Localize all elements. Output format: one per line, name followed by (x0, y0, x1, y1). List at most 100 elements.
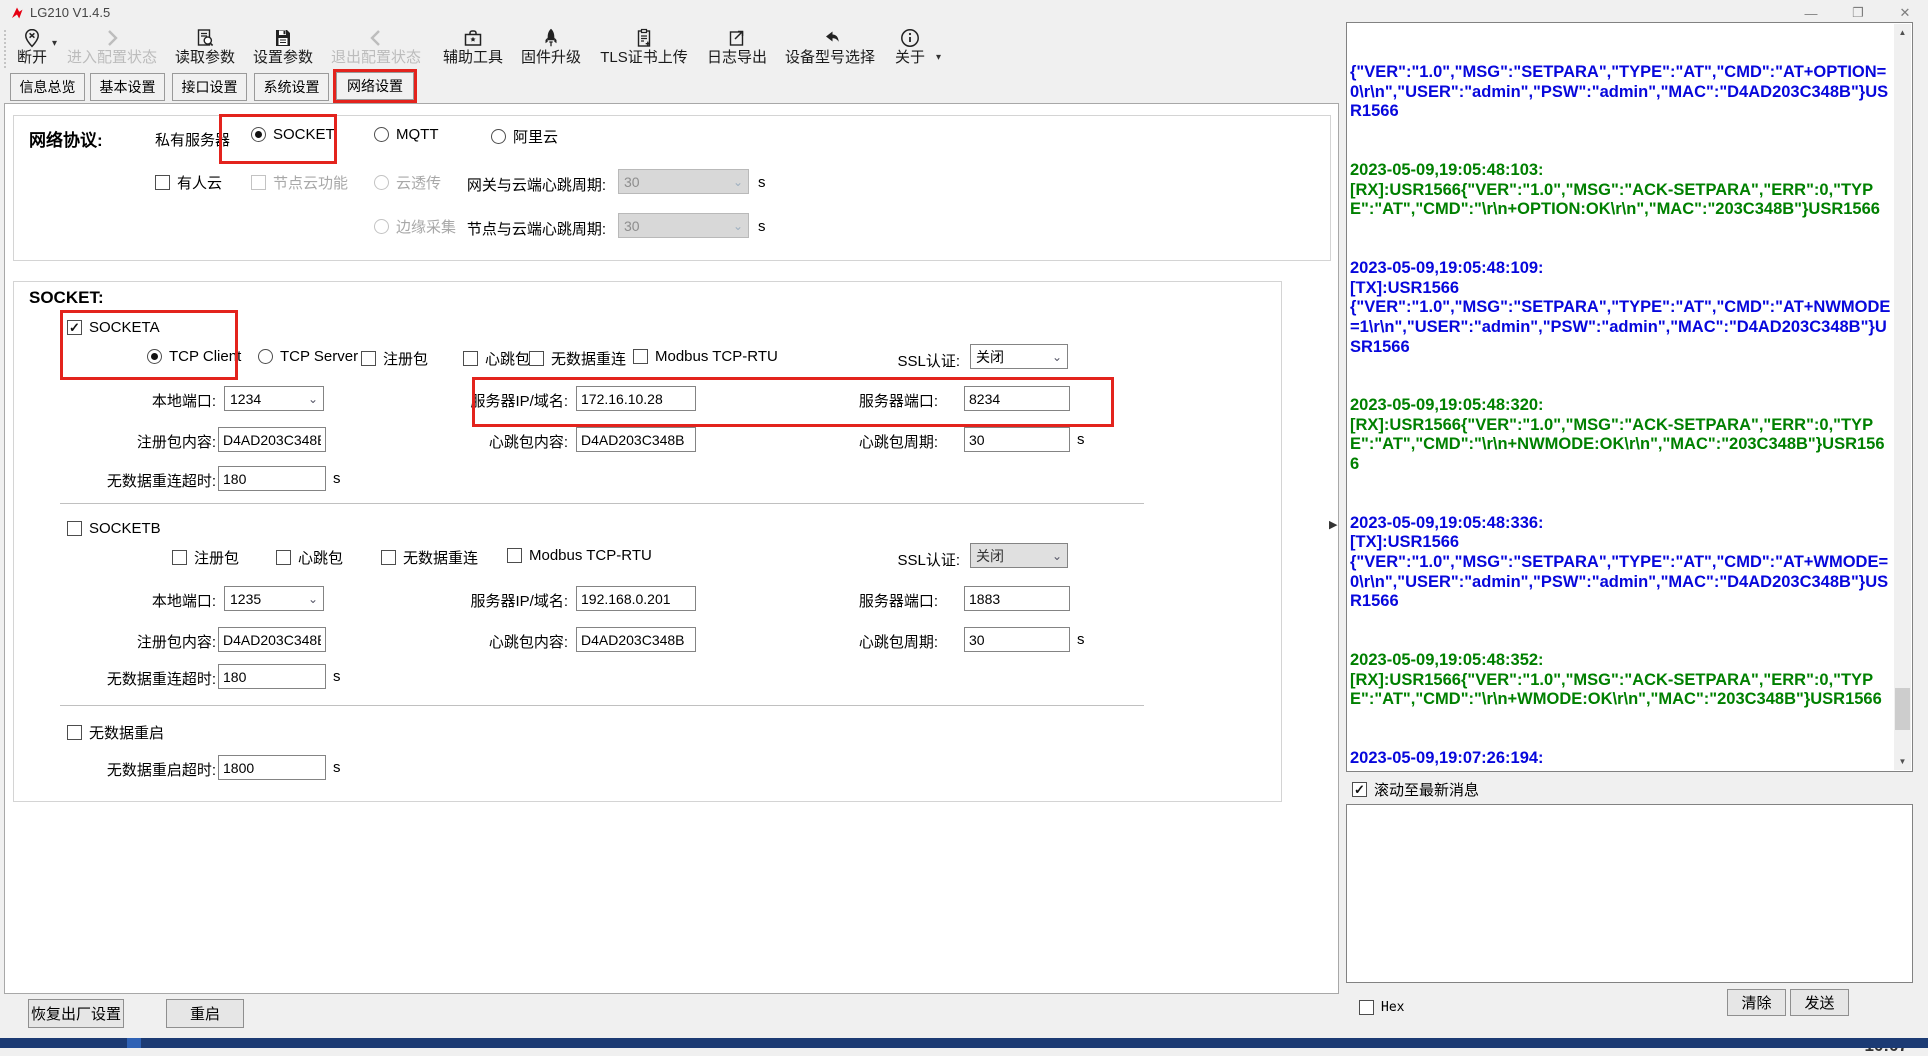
server-ip-input-a[interactable] (576, 386, 696, 411)
checkbox-node-cloud: 节点云功能 (251, 172, 348, 193)
checkbox-modbus-b[interactable]: Modbus TCP-RTU (507, 547, 652, 564)
factory-reset-button[interactable]: 恢复出厂设置 (28, 999, 124, 1028)
toolbar-log-export[interactable]: 日志导出 (702, 27, 772, 72)
reg-content-input-b[interactable] (218, 627, 326, 652)
checkbox-reconnect-a[interactable]: 无数据重连 (529, 348, 626, 369)
no-data-timeout-input-a[interactable] (218, 466, 326, 491)
tab-system-settings[interactable]: 系统设置 (254, 73, 329, 101)
hb-content-label-b: 心跳包内容: (405, 631, 568, 652)
checkbox-regpkt-b[interactable]: 注册包 (172, 547, 239, 568)
toolbar-firmware-upgrade[interactable]: 固件升级 (516, 27, 586, 72)
private-server-label: 私有服务器 (155, 129, 230, 150)
toolbar-about[interactable]: 关于 ▾ (888, 27, 932, 72)
tab-network-settings[interactable]: 网络设置 (336, 72, 414, 100)
caret-down-icon[interactable]: ▾ (52, 39, 57, 49)
node-heartbeat-select: 30 ⌄ (618, 213, 749, 238)
checkbox-icon (633, 349, 648, 364)
gw-heartbeat-label: 网关与云端心跳周期: (425, 174, 606, 195)
restart-timeout-label: 无数据重启超时: (45, 759, 216, 780)
checkbox-modbus-a[interactable]: Modbus TCP-RTU (633, 348, 778, 365)
seconds-label: s (333, 759, 341, 776)
no-data-timeout-label-b: 无数据重连超时: (45, 668, 216, 689)
radio-selected-icon (147, 349, 162, 364)
chevron-left-icon (365, 27, 387, 49)
log-entry: 2023-05-09,19:05:48:320: [RX]:USR1566{"V… (1350, 396, 1893, 474)
radio-alicloud[interactable]: 阿里云 (491, 126, 558, 147)
local-port-combo-b[interactable]: 1235 ⌄ (224, 586, 324, 611)
tab-port-settings[interactable]: 接口设置 (172, 73, 247, 101)
server-ip-input-b[interactable] (576, 586, 696, 611)
tab-info-overview[interactable]: 信息总览 (10, 73, 85, 101)
checkbox-icon (251, 175, 266, 190)
checkbox-heartbeat-a[interactable]: 心跳包 (463, 348, 530, 369)
reboot-button[interactable]: 重启 (166, 999, 244, 1028)
checkbox-no-data-restart[interactable]: 无数据重启 (67, 722, 164, 743)
save-params-icon (272, 27, 294, 49)
toolbar-tls-cert-upload[interactable]: TLS证书上传 (594, 27, 694, 72)
reg-content-input-a[interactable] (218, 427, 326, 452)
radio-icon (374, 219, 389, 234)
checkbox-icon (463, 351, 478, 366)
log-entry: 2023-05-09,19:05:48:336: [TX]:USR1566 {"… (1350, 514, 1893, 612)
server-port-input-a[interactable] (964, 386, 1070, 411)
toolbox-icon (462, 27, 484, 49)
checkbox-heartbeat-b[interactable]: 心跳包 (276, 547, 343, 568)
toolbar-read-params[interactable]: 读取参数 (170, 27, 240, 72)
info-icon (899, 27, 921, 49)
checkbox-reconnect-b[interactable]: 无数据重连 (381, 547, 478, 568)
checkbox-icon (507, 548, 522, 563)
server-port-input-b[interactable] (964, 586, 1070, 611)
radio-tcp-client-a[interactable]: TCP Client (147, 348, 241, 365)
ssl-select-a[interactable]: 关闭 ⌄ (970, 344, 1068, 369)
hb-period-input-a[interactable] (964, 427, 1070, 452)
ssl-select-b: 关闭 ⌄ (970, 543, 1068, 568)
ssl-label-b: SSL认证: (835, 549, 960, 570)
seconds-label: s (333, 470, 341, 487)
annotation-highlight: 网络设置 (333, 69, 417, 103)
hb-period-input-b[interactable] (964, 627, 1070, 652)
checkbox-socketb[interactable]: SOCKETB (67, 520, 161, 537)
checkbox-socketa[interactable]: ✓ SOCKETA (67, 319, 160, 336)
toolbar-aux-tools[interactable]: 辅助工具 (438, 27, 508, 72)
tab-basic-settings[interactable]: 基本设置 (90, 73, 165, 101)
caret-down-icon[interactable]: ▾ (936, 53, 941, 63)
log-entry: 2023-05-09,19:05:48:103: [RX]:USR1566{"V… (1350, 161, 1893, 220)
log-scrollbar[interactable]: ▲ ▼ (1894, 24, 1911, 770)
log-entry: 2023-05-09,19:05:48:109: [TX]:USR1566 {"… (1350, 259, 1893, 357)
node-heartbeat-label: 节点与云端心跳周期: (425, 218, 606, 239)
hb-content-input-a[interactable] (576, 427, 696, 452)
chevron-down-icon: ⌄ (1052, 351, 1062, 363)
radio-tcp-server-a[interactable]: TCP Server (258, 348, 358, 365)
send-button[interactable]: 发送 (1790, 989, 1849, 1016)
toolbar-disconnect[interactable]: 断开 ▾ (10, 27, 54, 72)
scroll-up-icon[interactable]: ▲ (1894, 24, 1911, 41)
send-input[interactable] (1346, 804, 1913, 983)
back-arrow-icon (819, 27, 841, 49)
checkbox-hex[interactable]: Hex (1359, 1000, 1404, 1015)
checkbox-scroll-latest[interactable]: ✓ 滚动至最新消息 (1352, 779, 1479, 800)
checkbox-regpkt-a[interactable]: 注册包 (361, 348, 428, 369)
divider (60, 503, 1144, 504)
radio-icon (374, 127, 389, 142)
log-content: {"VER":"1.0","MSG":"SETPARA","TYPE":"AT"… (1350, 24, 1893, 770)
divider (60, 705, 1144, 706)
server-ip-label-b: 服务器IP/域名: (405, 590, 568, 611)
hb-content-input-b[interactable] (576, 627, 696, 652)
toolbar-device-model-select[interactable]: 设备型号选择 (780, 27, 880, 72)
checkbox-usr-cloud[interactable]: 有人云 (155, 172, 222, 193)
restart-timeout-input[interactable] (218, 755, 326, 780)
clear-button[interactable]: 清除 (1727, 989, 1786, 1016)
local-port-combo-a[interactable]: 1234 ⌄ (224, 386, 324, 411)
app-logo-icon (9, 5, 25, 26)
radio-mqtt[interactable]: MQTT (374, 126, 439, 143)
toolbar: 断开 ▾ 进入配置状态 读取参数 设置参数 退出配置状态 辅助工具 (0, 26, 1340, 72)
scrollbar-thumb[interactable] (1895, 688, 1910, 730)
toolbar-set-params[interactable]: 设置参数 (248, 27, 318, 72)
log-viewer[interactable]: {"VER":"1.0","MSG":"SETPARA","TYPE":"AT"… (1346, 22, 1913, 772)
scroll-down-icon[interactable]: ▼ (1894, 753, 1911, 770)
radio-socket[interactable]: SOCKET (251, 126, 335, 143)
no-data-timeout-input-b[interactable] (218, 664, 326, 689)
chevron-down-icon: ⌄ (308, 593, 318, 605)
panel-expand-arrow[interactable]: ▶ (1329, 518, 1337, 531)
chevron-down-icon: ⌄ (308, 393, 318, 405)
